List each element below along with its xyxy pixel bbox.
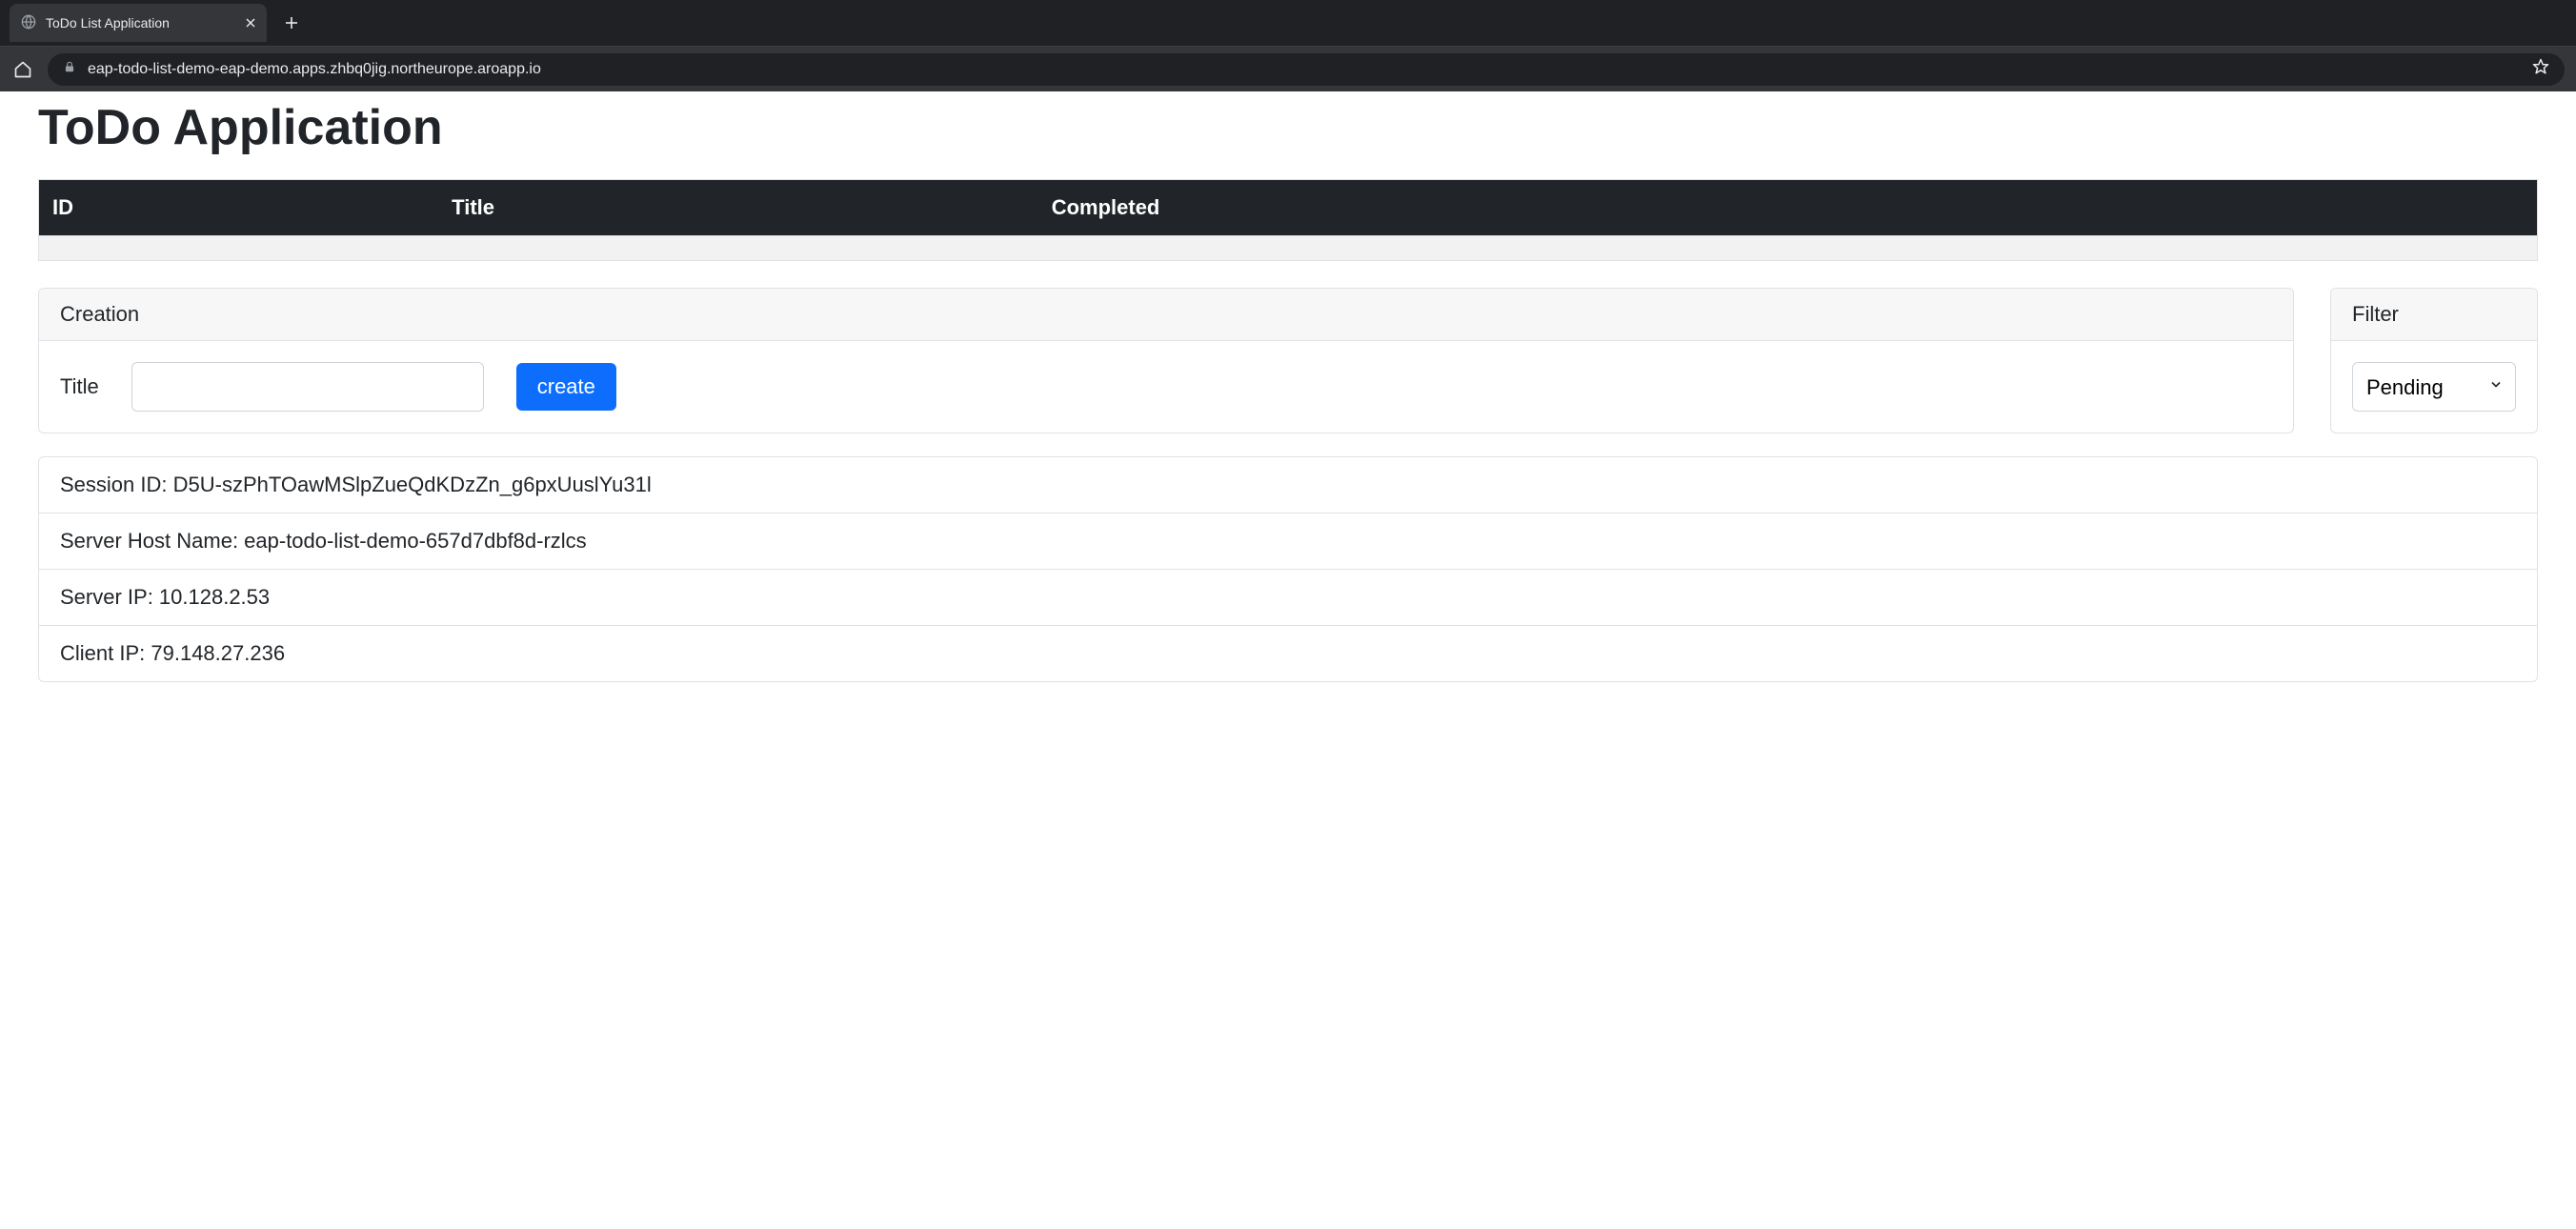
info-client-ip: Client IP: 79.148.27.236: [39, 626, 2537, 681]
browser-toolbar: eap-todo-list-demo-eap-demo.apps.zhbq0ji…: [0, 46, 2576, 91]
info-server-ip: Server IP: 10.128.2.53: [39, 570, 2537, 626]
table-header-row: ID Title Completed: [39, 180, 2538, 236]
close-icon[interactable]: [246, 15, 255, 30]
tab-strip: ToDo List Application: [0, 0, 2576, 46]
filter-select[interactable]: Pending: [2352, 362, 2516, 412]
creation-card-header: Creation: [39, 289, 2293, 341]
title-label: Title: [60, 374, 99, 399]
info-session-id: Session ID: D5U-szPhTOawMSlpZueQdKDzZn_g…: [39, 457, 2537, 514]
home-icon[interactable]: [11, 58, 34, 81]
browser-chrome: ToDo List Application: [0, 0, 2576, 91]
title-input[interactable]: [131, 362, 484, 412]
col-title: Title: [438, 180, 1038, 236]
filter-card-header: Filter: [2331, 289, 2537, 341]
url-text: eap-todo-list-demo-eap-demo.apps.zhbq0ji…: [88, 61, 541, 78]
filter-card: Filter Pending: [2330, 288, 2538, 433]
lock-icon: [63, 60, 76, 78]
bookmark-star-icon[interactable]: [2532, 58, 2549, 80]
info-list: Session ID: D5U-szPhTOawMSlpZueQdKDzZn_g…: [38, 456, 2538, 682]
globe-icon: [21, 14, 36, 32]
new-tab-button[interactable]: [278, 10, 305, 36]
col-id: ID: [39, 180, 439, 236]
table-row: [39, 236, 2538, 261]
creation-card: Creation Title create: [38, 288, 2294, 433]
info-server-host: Server Host Name: eap-todo-list-demo-657…: [39, 514, 2537, 570]
page-title: ToDo Application: [38, 99, 2538, 156]
browser-tab[interactable]: ToDo List Application: [10, 4, 267, 42]
tab-title: ToDo List Application: [46, 15, 236, 30]
create-button[interactable]: create: [516, 363, 616, 411]
address-bar[interactable]: eap-todo-list-demo-eap-demo.apps.zhbq0ji…: [48, 53, 2565, 86]
col-completed: Completed: [1038, 180, 2538, 236]
todo-table: ID Title Completed: [38, 179, 2538, 261]
page-content: ToDo Application ID Title Completed Crea…: [0, 99, 2576, 720]
